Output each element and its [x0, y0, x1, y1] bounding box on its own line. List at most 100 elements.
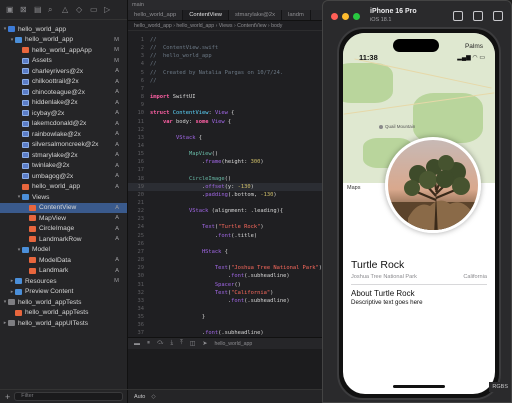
navigator-item[interactable]: ModelData A — [0, 255, 127, 266]
phone-screen[interactable]: 11:38 Palms ▂▄▆ ◠ ▭ Quail Mountain Maps — [343, 33, 495, 394]
code-line[interactable]: CircleImage() — [150, 176, 231, 182]
code-line[interactable]: struct ContentView: View { — [150, 110, 234, 116]
navigator-item[interactable]: ▾ hello_world_appTests — [0, 297, 127, 308]
line-number[interactable]: 29 — [128, 265, 145, 271]
navigator-item[interactable]: ▾ Views — [0, 192, 127, 203]
navigator-item[interactable]: hello_world_appTests — [0, 308, 127, 319]
navigator-item[interactable]: ContentView A — [0, 202, 127, 213]
line-number[interactable]: 14 — [128, 143, 145, 149]
filter-input[interactable]: Filter — [14, 392, 123, 401]
step-over-icon[interactable]: ⤼ — [157, 340, 163, 347]
navigator-item[interactable]: charleyrivers@2x A — [0, 66, 127, 77]
line-number[interactable]: 15 — [128, 151, 145, 157]
navigator-item[interactable]: CircleImage A — [0, 224, 127, 235]
navigator-item[interactable]: twinlake@2x A — [0, 161, 127, 172]
code-line[interactable]: VStack { — [150, 135, 202, 141]
close-button[interactable] — [331, 12, 338, 20]
location-icon[interactable]: ➤ — [202, 340, 207, 347]
navigator-item[interactable]: ▾ hello_world_app M — [0, 35, 127, 46]
line-number[interactable]: 3 — [128, 53, 144, 59]
navigator-item[interactable]: silversalmoncreek@2x A — [0, 140, 127, 151]
code-line[interactable]: // hello_world_app — [150, 53, 212, 59]
symbol-icon[interactable]: ▤ — [34, 5, 42, 14]
line-number[interactable]: 23 — [128, 216, 145, 222]
line-number[interactable]: 10 — [128, 110, 145, 116]
editor-tab[interactable]: landm — [282, 10, 311, 20]
line-number[interactable]: 33 — [128, 298, 145, 304]
navigator-item[interactable]: ▸ Resources M — [0, 276, 127, 287]
step-out-icon[interactable]: ⤒ — [180, 340, 183, 347]
navigator-item[interactable]: chincoteague@2x A — [0, 87, 127, 98]
line-number[interactable]: 18 — [128, 176, 145, 182]
code-line[interactable]: Text("Joshua Tree National Park") — [150, 265, 322, 271]
line-number[interactable]: 1 — [128, 37, 144, 43]
editor-tab[interactable]: ContentView — [183, 10, 229, 20]
line-number[interactable]: 26 — [128, 241, 145, 247]
navigator-item[interactable]: umbagog@2x A — [0, 171, 127, 182]
line-number[interactable]: 21 — [128, 200, 145, 206]
navigator-item[interactable]: chilkoottrail@2x A — [0, 77, 127, 88]
navigator-item[interactable]: MapView A — [0, 213, 127, 224]
folder-icon[interactable]: ▣ — [6, 5, 14, 14]
add-icon[interactable]: + — [5, 392, 10, 402]
line-number[interactable]: 28 — [128, 257, 145, 263]
navigator-item[interactable]: stmarylake@2x A — [0, 150, 127, 161]
code-line[interactable]: .padding(.bottom, -130) — [150, 192, 277, 198]
line-number[interactable]: 36 — [128, 322, 145, 328]
editor-tab[interactable]: hello_world_app — [128, 10, 184, 20]
navigator-item[interactable]: rainbowlake@2x A — [0, 129, 127, 140]
navigator-item[interactable]: LandmarkRow A — [0, 234, 127, 245]
line-number[interactable]: 11 — [128, 119, 145, 125]
line-number[interactable]: 16 — [128, 159, 145, 165]
line-number[interactable]: 30 — [128, 273, 145, 279]
console-area[interactable] — [128, 349, 332, 389]
code-line[interactable]: Text("California") — [150, 290, 273, 296]
breakpoint-icon[interactable]: ▷ — [104, 5, 112, 14]
pause-icon[interactable]: ⏸ — [147, 340, 150, 347]
code-line[interactable]: // Created by Natalia Pargas on 10/7/24. — [150, 70, 283, 76]
map-poi[interactable]: Quail Mountain — [379, 124, 415, 129]
line-number[interactable]: 13 — [128, 135, 145, 141]
code-line[interactable]: // ContentView.swift — [150, 45, 218, 51]
line-number[interactable]: 7 — [128, 86, 144, 92]
line-number[interactable]: 22 — [128, 208, 145, 214]
home-icon[interactable] — [453, 11, 463, 21]
navigator-item[interactable]: ▸ Preview Content — [0, 287, 127, 298]
navigator-item[interactable]: ▾ Model — [0, 245, 127, 256]
navigator-item[interactable]: lakemcdonald@2x A — [0, 119, 127, 130]
zoom-button[interactable] — [353, 12, 360, 20]
view-hierarchy-icon[interactable]: ◫ — [190, 340, 196, 347]
code-line[interactable]: .font(.subheadline) — [150, 330, 264, 336]
code-line[interactable]: .frame(height: 300) — [150, 159, 264, 165]
code-line[interactable]: // — [150, 37, 157, 43]
navigator-item[interactable]: ▸ hello_world_appUITests — [0, 318, 127, 329]
code-line[interactable]: .font(.subheadline) — [150, 298, 290, 304]
minimize-button[interactable] — [342, 12, 349, 20]
console-output-select[interactable]: Auto — [134, 394, 145, 400]
line-number[interactable]: 32 — [128, 290, 145, 296]
code-line[interactable]: MapView() — [150, 151, 218, 157]
breadcrumb[interactable]: hello_world_app › hello_world_app › View… — [128, 21, 332, 31]
line-number[interactable]: 9 — [128, 102, 144, 108]
line-number[interactable]: 34 — [128, 306, 145, 312]
line-number[interactable]: 27 — [128, 249, 145, 255]
rotate-icon[interactable] — [493, 11, 503, 21]
branch-label[interactable]: main — [132, 2, 144, 8]
debug-icon[interactable]: ▭ — [90, 5, 98, 14]
code-line[interactable]: var body: some View { — [150, 119, 231, 125]
code-line[interactable]: HStack { — [150, 249, 228, 255]
line-number[interactable]: 5 — [128, 70, 144, 76]
navigator-item[interactable]: ▾ hello_world_app — [0, 24, 127, 35]
code-line[interactable]: .font(.subheadline) — [150, 273, 290, 279]
line-number[interactable]: 8 — [128, 94, 144, 100]
code-line[interactable]: import SwiftUI — [150, 94, 195, 100]
navigator-item[interactable]: icybay@2x A — [0, 108, 127, 119]
navigator-item[interactable]: Landmark A — [0, 266, 127, 277]
navigator-item[interactable]: hello_world_app A — [0, 182, 127, 193]
home-indicator[interactable] — [393, 385, 445, 388]
test-icon[interactable]: ◇ — [76, 5, 84, 14]
line-number[interactable]: 17 — [128, 167, 145, 173]
editor-tab[interactable]: stmarylake@2x — [229, 10, 283, 20]
line-number[interactable]: 35 — [128, 314, 145, 320]
line-number[interactable]: 25 — [128, 233, 145, 239]
